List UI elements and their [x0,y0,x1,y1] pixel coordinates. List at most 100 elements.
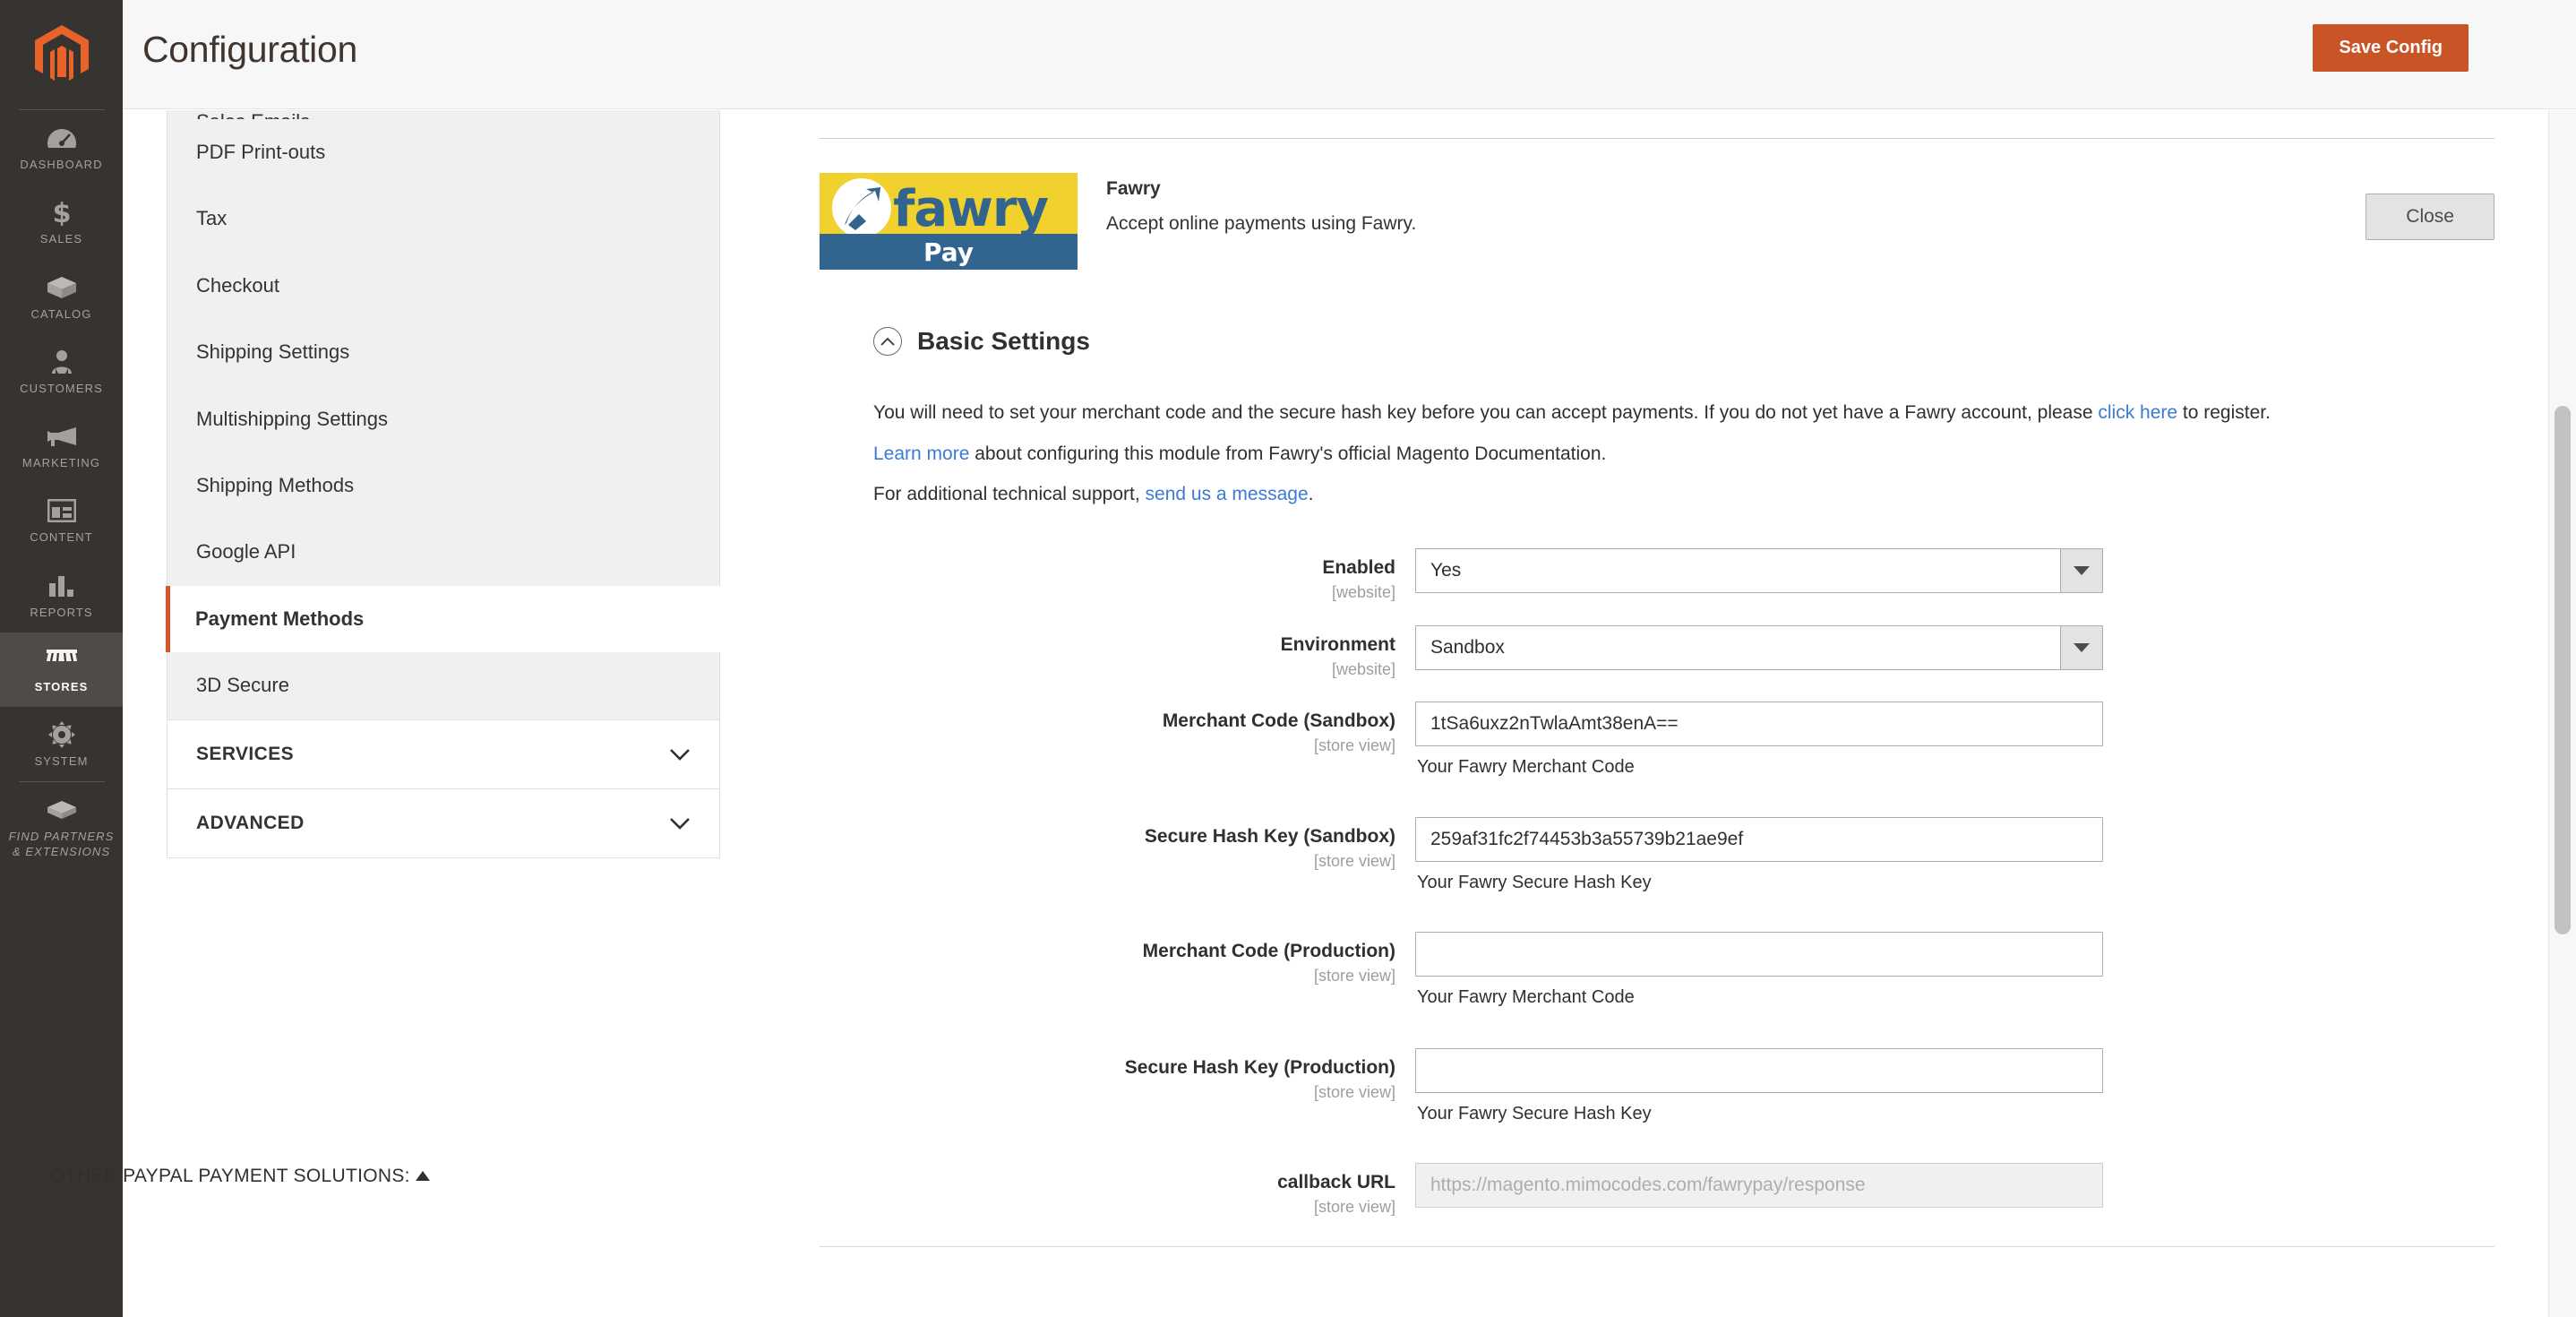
storefront-icon [46,647,78,674]
basic-settings-legend[interactable]: Basic Settings [873,327,1090,356]
chevron-down-icon[interactable] [2060,626,2102,669]
merchant-code-sandbox-input[interactable] [1415,702,2103,746]
scrollbar-track[interactable] [2549,110,2576,1317]
sidebar-item-pdf-print-outs[interactable]: PDF Print-outs [167,119,719,185]
intro-line-1: You will need to set your merchant code … [873,401,2512,425]
box-icon [46,274,78,301]
field-scope-text: [store view] [1313,966,1395,985]
close-button[interactable]: Close [2366,194,2494,240]
field-note: Your Fawry Secure Hash Key [1417,873,1652,892]
field-merchant-code-production: Merchant Code (Production) [store view] … [862,932,2103,1007]
admin-sidebar: DASHBOARD $ SALES CATALOG CUSTOMERS MARK… [0,0,123,1317]
magento-logo-icon [34,25,89,81]
field-note: Your Fawry Merchant Code [1417,757,1635,777]
field-scope-text: [store view] [1313,851,1395,870]
field-control-secure-hash-production: Your Fawry Secure Hash Key [1415,1048,2103,1123]
sidebar-section-label: ADVANCED [196,812,305,833]
sidebar-label: MARKETING [21,456,101,469]
field-label-text: Enabled [1322,557,1395,578]
svg-text:$: $ [52,199,71,226]
chevron-up-circle-icon [873,327,902,356]
content-divider [820,138,2494,139]
sidebar-item-label: Payment Methods [195,607,365,630]
config-sidebar-group-2: 3D Secure [167,652,720,720]
megaphone-icon [46,423,78,450]
sidebar-section-advanced[interactable]: ADVANCED [167,788,720,858]
sidebar-item-label: Google API [196,540,296,564]
sidebar-item-dashboard[interactable]: DASHBOARD [0,110,123,185]
sidebar-item-find-partners[interactable]: FIND PARTNERS & EXTENSIONS [0,782,123,872]
sidebar-item-3d-secure[interactable]: 3D Secure [167,652,719,719]
intro-line-2: Learn more about configuring this module… [873,443,2512,466]
person-icon [46,349,78,375]
send-us-a-message-link[interactable]: send us a message [1146,484,1309,504]
sidebar-item-payment-methods[interactable]: Payment Methods [166,585,720,653]
sidebar-label: FIND PARTNERS & EXTENSIONS [8,830,115,858]
sidebar-item-tax[interactable]: Tax [167,185,719,252]
secure-hash-production-input[interactable] [1415,1048,2103,1093]
partners-icon [46,796,78,823]
field-label-merchant-code-sandbox: Merchant Code (Sandbox) [store view] [862,702,1415,755]
field-label-environment: Environment [website] [862,625,1415,679]
sidebar-item-sales-emails[interactable]: Sales Emails [167,110,719,119]
intro-text: For additional technical support, [873,484,1146,505]
field-label-text: Environment [1280,634,1395,655]
field-control-environment: Sandbox [1415,625,2103,670]
field-scope-text: [website] [1331,659,1395,678]
sidebar-section-services[interactable]: SERVICES [167,719,720,789]
chevron-down-icon[interactable] [2060,549,2102,592]
chevron-down-icon [669,748,691,761]
sidebar-item-marketing[interactable]: MARKETING [0,409,123,483]
field-secure-hash-sandbox: Secure Hash Key (Sandbox) [store view] Y… [862,817,2103,892]
sidebar-item-label: Shipping Settings [196,340,350,364]
field-label-text: Merchant Code (Sandbox) [1162,710,1395,731]
payment-method-title: Fawry [1106,178,1161,199]
merchant-code-production-input[interactable] [1415,932,2103,977]
secure-hash-sandbox-input[interactable] [1415,817,2103,862]
other-paypal-solutions-label: OTHER PAYPAL PAYMENT SOLUTIONS: [50,1166,410,1186]
sidebar-item-sales[interactable]: $ SALES [0,185,123,259]
learn-more-link[interactable]: Learn more [873,443,969,464]
field-scope-text: [website] [1331,582,1395,601]
sidebar-item-reports[interactable]: REPORTS [0,558,123,633]
field-label-callback-url: callback URL [store view] [862,1163,1415,1217]
sidebar-item-customers[interactable]: CUSTOMERS [0,334,123,409]
sidebar-label: REPORTS [30,605,93,619]
gear-icon [46,721,78,748]
sidebar-item-shipping-settings[interactable]: Shipping Settings [167,319,719,385]
sidebar-label: SYSTEM [34,754,89,768]
field-merchant-code-sandbox: Merchant Code (Sandbox) [store view] You… [862,702,2103,777]
sidebar-item-content[interactable]: CONTENT [0,483,123,557]
sidebar-item-google-api[interactable]: Google API [167,519,719,585]
scrollbar-thumb[interactable] [2555,406,2571,934]
field-label-enabled: Enabled [website] [862,548,1415,602]
field-secure-hash-production: Secure Hash Key (Production) [store view… [862,1048,2103,1123]
fawry-pay-text: Pay [923,237,975,267]
sidebar-item-system[interactable]: SYSTEM [0,707,123,781]
sidebar-item-multishipping-settings[interactable]: Multishipping Settings [167,386,719,452]
intro-text: to register. [2177,402,2271,423]
save-config-button[interactable]: Save Config [2313,24,2469,72]
other-paypal-solutions-toggle[interactable]: OTHER PAYPAL PAYMENT SOLUTIONS: [50,1166,430,1187]
sidebar-label: CUSTOMERS [20,381,103,395]
field-control-callback-url [1415,1163,2103,1208]
environment-select[interactable]: Sandbox [1415,625,2103,670]
field-label-text: Merchant Code (Production) [1142,941,1395,961]
sidebar-item-checkout[interactable]: Checkout [167,253,719,319]
sidebar-item-stores[interactable]: STORES [0,632,123,707]
sidebar-label: DASHBOARD [20,158,103,171]
click-here-link[interactable]: click here [2098,402,2177,423]
field-label-secure-hash-sandbox: Secure Hash Key (Sandbox) [store view] [862,817,1415,871]
field-note: Your Fawry Secure Hash Key [1417,1104,1652,1123]
field-scope-text: [store view] [1313,1082,1395,1101]
field-scope-text: [store view] [1313,736,1395,754]
callback-url-input[interactable] [1415,1163,2103,1208]
field-environment: Environment [website] Sandbox [862,625,2103,679]
sidebar-item-catalog[interactable]: CATALOG [0,260,123,334]
enabled-select[interactable]: Yes [1415,548,2103,593]
magento-logo[interactable] [0,0,123,109]
sidebar-item-shipping-methods[interactable]: Shipping Methods [167,452,719,519]
environment-select-value: Sandbox [1430,637,1505,658]
triangle-up-icon [415,1171,430,1181]
field-label-merchant-code-production: Merchant Code (Production) [store view] [862,932,1415,986]
